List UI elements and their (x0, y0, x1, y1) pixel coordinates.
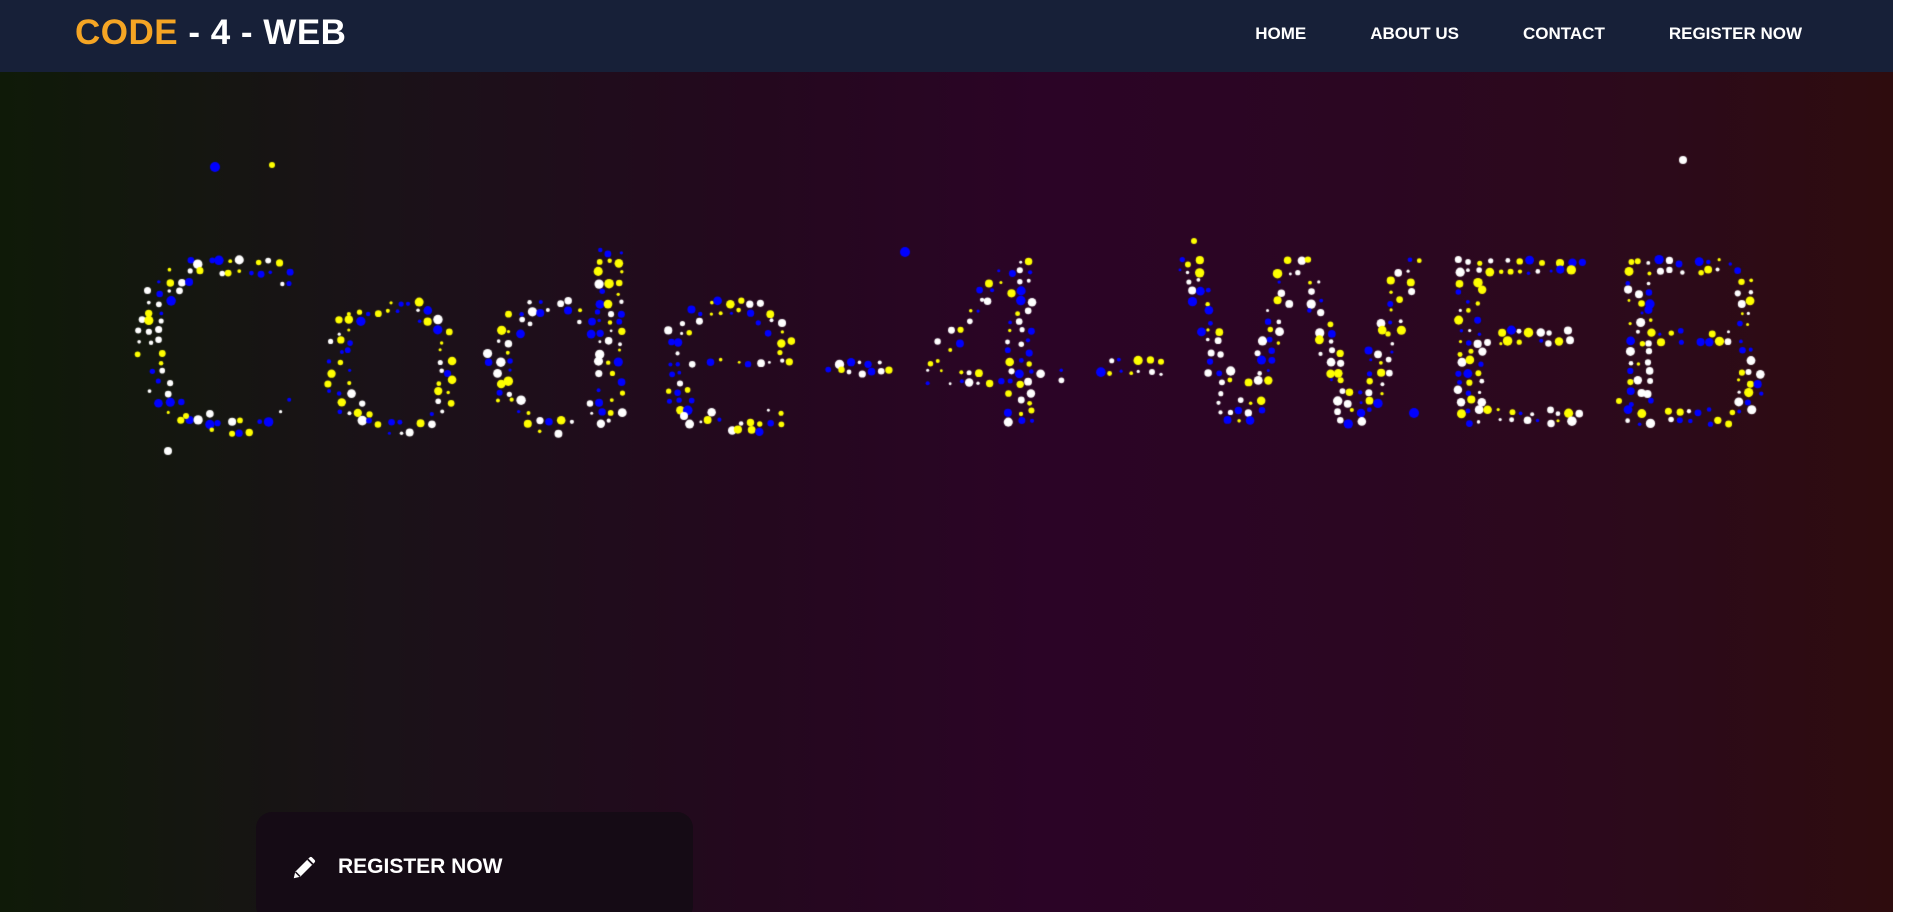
nav-links: HOME ABOUT US CONTACT REGISTER NOW (1255, 24, 1802, 44)
register-now-button[interactable]: REGISTER NOW (290, 852, 503, 882)
nav-home-link[interactable]: HOME (1255, 24, 1306, 44)
nav-about-link[interactable]: ABOUT US (1370, 24, 1459, 44)
navbar: CODE - 4 - WEB HOME ABOUT US CONTACT REG… (0, 0, 1893, 72)
brand-rest-text: - 4 - WEB (178, 13, 347, 52)
particle-text-canvas (0, 72, 1893, 912)
register-now-label: REGISTER NOW (338, 855, 503, 878)
scrollbar[interactable] (1893, 0, 1911, 912)
nav-contact-link[interactable]: CONTACT (1523, 24, 1605, 44)
brand-code-text: CODE (75, 13, 179, 52)
hero-section (0, 72, 1893, 912)
page: CODE - 4 - WEB HOME ABOUT US CONTACT REG… (0, 0, 1911, 912)
brand-logo[interactable]: CODE - 4 - WEB (75, 13, 346, 53)
nav-register-link[interactable]: REGISTER NOW (1669, 24, 1802, 44)
pencil-icon (293, 856, 316, 879)
